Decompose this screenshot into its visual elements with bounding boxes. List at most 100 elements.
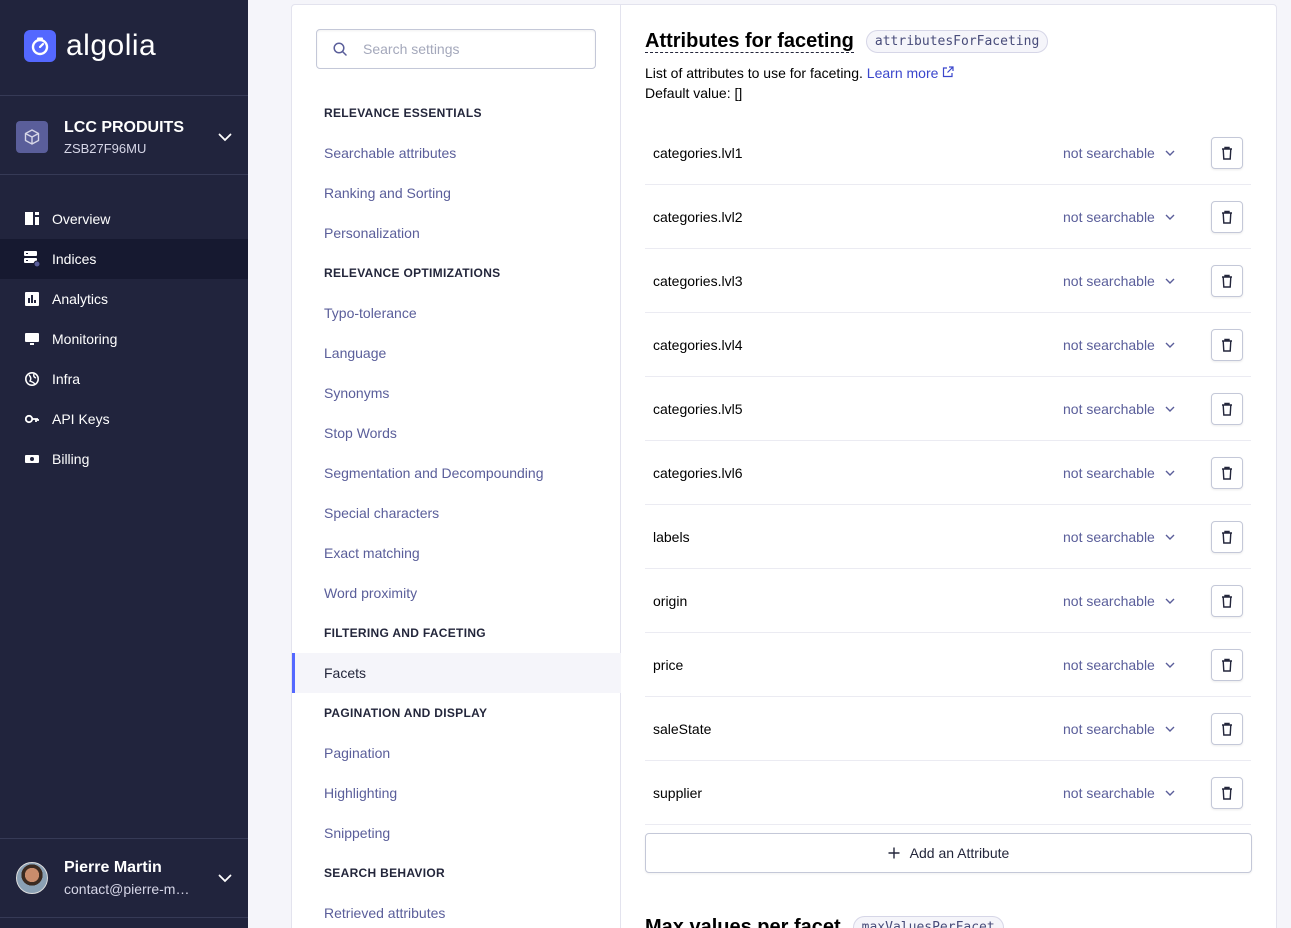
mode-label: not searchable	[1063, 272, 1155, 289]
settings-item-retrieved-attributes[interactable]: Retrieved attributes	[292, 893, 621, 928]
user-email: contact@pierre-martin	[64, 881, 192, 897]
delete-attribute-button[interactable]	[1211, 456, 1243, 489]
attribute-name: categories.lvl5	[653, 400, 743, 417]
nav-label: API Keys	[52, 411, 110, 427]
delete-attribute-button[interactable]	[1211, 648, 1243, 681]
main-nav: Overview Indices Analytics Monitoring In…	[0, 199, 248, 479]
searchable-mode-select[interactable]: not searchable	[1063, 145, 1193, 161]
attribute-row: origin not searchable	[645, 569, 1251, 633]
nav-item-api-keys[interactable]: API Keys	[0, 399, 248, 439]
delete-attribute-button[interactable]	[1211, 520, 1243, 553]
nav-item-indices[interactable]: Indices	[0, 239, 248, 279]
attribute-name: labels	[653, 528, 690, 545]
section-title: Max values per facet	[645, 916, 841, 928]
searchable-mode-select[interactable]: not searchable	[1063, 657, 1193, 673]
delete-attribute-button[interactable]	[1211, 776, 1243, 809]
searchable-mode-select[interactable]: not searchable	[1063, 785, 1193, 801]
user-menu[interactable]: Pierre Martin contact@pierre-martin	[16, 857, 232, 899]
delete-attribute-button[interactable]	[1211, 136, 1243, 169]
delete-attribute-button[interactable]	[1211, 328, 1243, 361]
settings-item-ranking-and-sorting[interactable]: Ranking and Sorting	[292, 173, 621, 213]
settings-item-snippeting[interactable]: Snippeting	[292, 813, 621, 853]
settings-nav-list: RELEVANCE ESSENTIALS Searchable attribut…	[292, 93, 621, 928]
settings-search[interactable]	[316, 29, 596, 69]
app-selector[interactable]: LCC PRODUITS ZSB27F96MU	[16, 118, 232, 156]
mode-label: not searchable	[1063, 144, 1155, 161]
searchable-mode-select[interactable]: not searchable	[1063, 337, 1193, 353]
section-heading: SEARCH BEHAVIOR	[324, 866, 445, 880]
nav-item-billing[interactable]: Billing	[0, 439, 248, 479]
mode-label: not searchable	[1063, 208, 1155, 225]
attribute-row: categories.lvl2 not searchable	[645, 185, 1251, 249]
nav-item-analytics[interactable]: Analytics	[0, 279, 248, 319]
settings-item-segmentation[interactable]: Segmentation and Decompounding	[292, 453, 621, 493]
settings-nav: RELEVANCE ESSENTIALS Searchable attribut…	[292, 5, 621, 928]
attribute-name: price	[653, 656, 684, 673]
default-value: Default value: []	[645, 85, 743, 101]
searchable-mode-select[interactable]: not searchable	[1063, 401, 1193, 417]
searchable-mode-select[interactable]: not searchable	[1063, 273, 1193, 289]
cube-icon	[16, 121, 48, 153]
mode-label: not searchable	[1063, 528, 1155, 545]
section-heading: RELEVANCE OPTIMIZATIONS	[324, 266, 501, 280]
chevron-down-icon[interactable]	[218, 130, 232, 144]
mode-label: not searchable	[1063, 400, 1155, 417]
settings-item-typo-tolerance[interactable]: Typo-tolerance	[292, 293, 621, 333]
nav-label: Billing	[52, 451, 90, 467]
nav-item-infra[interactable]: Infra	[0, 359, 248, 399]
attribute-name: categories.lvl6	[653, 464, 743, 481]
key-icon	[24, 411, 40, 427]
settings-item-language[interactable]: Language	[292, 333, 621, 373]
searchable-mode-select[interactable]: not searchable	[1063, 593, 1193, 609]
attribute-name: categories.lvl2	[653, 208, 743, 225]
settings-item-searchable-attributes[interactable]: Searchable attributes	[292, 133, 621, 173]
settings-item-facets[interactable]: Facets	[292, 653, 621, 693]
chevron-down-icon[interactable]	[218, 871, 232, 885]
delete-attribute-button[interactable]	[1211, 584, 1243, 617]
attribute-row: categories.lvl5 not searchable	[645, 377, 1251, 441]
searchable-mode-select[interactable]: not searchable	[1063, 209, 1193, 225]
searchable-mode-select[interactable]: not searchable	[1063, 721, 1193, 737]
section-heading: RELEVANCE ESSENTIALS	[324, 106, 482, 120]
mode-label: not searchable	[1063, 464, 1155, 481]
algolia-logo[interactable]: algolia	[24, 30, 156, 62]
settings-item-stop-words[interactable]: Stop Words	[292, 413, 621, 453]
nav-label: Infra	[52, 371, 81, 387]
delete-attribute-button[interactable]	[1211, 200, 1243, 233]
chevron-down-icon	[1165, 214, 1175, 220]
monitoring-icon	[24, 331, 40, 347]
nav-item-overview[interactable]: Overview	[0, 199, 248, 239]
nav-label: Monitoring	[52, 331, 118, 347]
trash-icon	[1222, 722, 1232, 736]
mode-label: not searchable	[1063, 784, 1155, 801]
delete-attribute-button[interactable]	[1211, 712, 1243, 745]
settings-item-personalization[interactable]: Personalization	[292, 213, 621, 253]
attribute-list: categories.lvl1 not searchable categorie…	[645, 121, 1253, 825]
searchable-mode-select[interactable]: not searchable	[1063, 529, 1193, 545]
settings-item-synonyms[interactable]: Synonyms	[292, 373, 621, 413]
settings-item-highlighting[interactable]: Highlighting	[292, 773, 621, 813]
search-input[interactable]	[363, 41, 563, 57]
mode-label: not searchable	[1063, 720, 1155, 737]
search-icon	[333, 42, 347, 56]
app-name: LCC PRODUITS	[64, 118, 184, 136]
settings-item-exact-matching[interactable]: Exact matching	[292, 533, 621, 573]
trash-icon	[1222, 146, 1232, 160]
attribute-row: categories.lvl4 not searchable	[645, 313, 1251, 377]
settings-item-pagination[interactable]: Pagination	[292, 733, 621, 773]
learn-more-label: Learn more	[866, 65, 939, 81]
algolia-logo-icon	[24, 30, 56, 62]
settings-item-special-characters[interactable]: Special characters	[292, 493, 621, 533]
nav-label: Analytics	[52, 291, 109, 307]
add-attribute-button[interactable]: Add an Attribute	[645, 833, 1252, 873]
settings-item-word-proximity[interactable]: Word proximity	[292, 573, 621, 613]
infra-icon	[24, 371, 40, 387]
mode-label: not searchable	[1063, 592, 1155, 609]
chevron-down-icon	[1165, 534, 1175, 540]
searchable-mode-select[interactable]: not searchable	[1063, 465, 1193, 481]
delete-attribute-button[interactable]	[1211, 392, 1243, 425]
delete-attribute-button[interactable]	[1211, 264, 1243, 297]
nav-item-monitoring[interactable]: Monitoring	[0, 319, 248, 359]
learn-more-link[interactable]: Learn more	[867, 65, 954, 81]
chevron-down-icon	[1165, 342, 1175, 348]
